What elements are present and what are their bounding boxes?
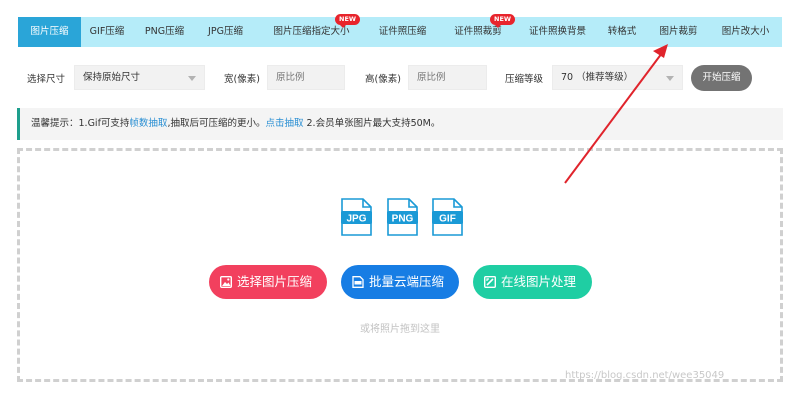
tip-middle: ,抽取后可压缩的更小。 — [167, 118, 266, 129]
size-label: 选择尺寸 — [27, 74, 66, 85]
button-label: 在线图片处理 — [501, 274, 577, 289]
zip-file-icon — [352, 276, 364, 288]
level-select-value: 70 （推荐等级） — [561, 72, 634, 83]
drag-hint: 或将照片拖到这里 — [360, 324, 440, 335]
watermark: https://blog.csdn.net/wee35049 — [565, 370, 725, 381]
new-badge: NEW — [490, 14, 516, 28]
frame-extract-link[interactable]: 帧数抽取 — [129, 118, 167, 129]
click-extract-link[interactable]: 点击抽取 — [265, 118, 303, 129]
tab-label: 图片压缩 — [30, 26, 69, 37]
tab-label: PNG压缩 — [144, 26, 185, 37]
width-label: 宽(像素) — [224, 74, 260, 85]
tab-png-compress[interactable]: PNG压缩 — [133, 17, 196, 47]
top-nav: 图片压缩 GIF压缩 PNG压缩 JPG压缩 图片压缩指定大小 NEW 证件照压… — [18, 14, 782, 47]
tab-label: GIF压缩 — [89, 26, 125, 37]
tab-compress-to-size[interactable]: 图片压缩指定大小 NEW — [255, 14, 368, 47]
start-compress-button[interactable]: 开始压缩 — [691, 65, 752, 91]
size-select[interactable]: 保持原始尺寸 — [74, 65, 205, 90]
chevron-down-icon — [666, 76, 674, 81]
tab-id-photo-crop[interactable]: 证件照裁剪 NEW — [437, 14, 519, 47]
format-label: GIF — [439, 214, 456, 225]
button-label: 批量云端压缩 — [369, 274, 445, 289]
height-input[interactable] — [408, 65, 487, 90]
tab-gif-compress[interactable]: GIF压缩 — [81, 17, 133, 47]
jpg-file-icon: JPG — [341, 198, 372, 236]
tab-label: 转格式 — [607, 26, 637, 37]
size-select-value: 保持原始尺寸 — [83, 72, 141, 83]
tab-label: 图片改大小 — [721, 26, 770, 37]
tab-id-photo-background[interactable]: 证件照换背景 — [519, 17, 596, 47]
batch-cloud-compress-button[interactable]: 批量云端压缩 — [341, 265, 459, 299]
tab-image-crop[interactable]: 图片裁剪 — [648, 17, 709, 47]
gif-file-icon: GIF — [432, 198, 463, 236]
level-label: 压缩等级 — [505, 74, 544, 85]
tab-id-photo-compress[interactable]: 证件照压缩 — [368, 17, 437, 47]
height-label: 高(像素) — [365, 74, 401, 85]
chevron-down-icon — [188, 76, 196, 81]
image-icon — [220, 276, 232, 288]
format-label: PNG — [392, 214, 414, 225]
tab-label: 证件照换背景 — [528, 26, 586, 37]
tab-label: 证件照压缩 — [378, 26, 427, 37]
level-select[interactable]: 70 （推荐等级） — [552, 65, 683, 90]
edit-image-icon — [484, 276, 496, 288]
select-image-compress-button[interactable]: 选择图片压缩 — [209, 265, 327, 299]
tab-jpg-compress[interactable]: JPG压缩 — [196, 17, 255, 47]
tab-label: JPG压缩 — [208, 26, 243, 37]
width-input[interactable] — [267, 65, 345, 90]
tip-suffix: 2.会员单张图片最大支持50M。 — [303, 118, 441, 129]
tab-image-resize[interactable]: 图片改大小 — [709, 17, 782, 47]
new-badge: NEW — [335, 14, 361, 28]
png-file-icon: PNG — [387, 198, 418, 236]
tip-prefix: 温馨提示：1.Gif可支持 — [31, 118, 130, 129]
tab-image-compress[interactable]: 图片压缩 — [18, 17, 81, 47]
online-image-process-button[interactable]: 在线图片处理 — [473, 265, 592, 299]
tip-bar: 温馨提示：1.Gif可支持帧数抽取,抽取后可压缩的更小。点击抽取 2.会员单张图… — [17, 108, 783, 140]
tab-label: 图片压缩指定大小 — [273, 26, 350, 37]
tab-convert-format[interactable]: 转格式 — [596, 17, 648, 47]
tab-label: 图片裁剪 — [659, 26, 698, 37]
button-label: 选择图片压缩 — [237, 274, 313, 289]
format-label: JPG — [346, 214, 366, 225]
